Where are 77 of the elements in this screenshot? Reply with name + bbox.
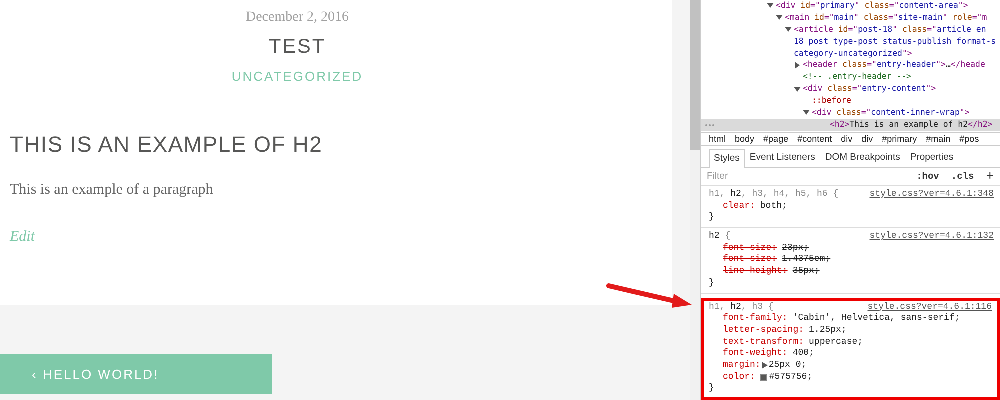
- property-name[interactable]: font-weight:: [723, 348, 788, 360]
- property-name[interactable]: margin:: [723, 360, 761, 372]
- node-markup: <!-- .entry-header -->: [803, 71, 912, 84]
- rule-close-brace: }: [709, 383, 714, 395]
- property-value[interactable]: 23px;: [782, 242, 810, 254]
- node-markup: 18 post type-post status-publish format-s: [794, 36, 996, 48]
- post-date: December 2, 2016: [246, 10, 350, 26]
- rule-selector: h1, h2, h3 {: [709, 302, 774, 314]
- expanded-arrow-icon[interactable]: [767, 2, 774, 10]
- property-value[interactable]: 1.25px;: [809, 324, 847, 337]
- node-markup: ::before: [812, 95, 852, 108]
- property-name[interactable]: text-transform:: [723, 336, 804, 348]
- expanded-arrow-icon[interactable]: [803, 109, 810, 116]
- node-markup: <div id="primary" class="content-area">: [776, 0, 968, 12]
- panel-tab[interactable]: Properties: [905, 148, 959, 168]
- property-value[interactable]: 1.4375em;: [782, 254, 831, 266]
- breadcrumb-item[interactable]: #pos: [960, 134, 980, 144]
- add-rule-button[interactable]: +: [986, 169, 994, 184]
- panel-tab[interactable]: Event Listeners: [744, 148, 820, 168]
- scrollbar-thumb[interactable]: [690, 0, 700, 150]
- node-markup: <div class="content-inner-wrap">: [812, 107, 970, 119]
- dom-node[interactable]: <!-- .entry-header -->: [767, 71, 1000, 84]
- expanded-arrow-icon[interactable]: [794, 86, 801, 93]
- node-markup: <div class="entry-content">: [803, 83, 936, 96]
- source-link[interactable]: style.css?ver=4.6.1:116: [868, 302, 992, 314]
- breadcrumb-item[interactable]: #main: [926, 134, 951, 144]
- dom-node[interactable]: <div class="content-inner-wrap">: [767, 107, 1000, 119]
- breadcrumb-item[interactable]: body: [735, 134, 755, 144]
- rule-selector: h2 {: [709, 231, 731, 243]
- panel-tab[interactable]: Styles: [709, 149, 745, 168]
- property-value[interactable]: uppercase;: [809, 336, 864, 348]
- property-name[interactable]: font-size:: [723, 254, 778, 266]
- property-name[interactable]: letter-spacing:: [723, 324, 804, 337]
- property-name[interactable]: font-family:: [723, 313, 788, 325]
- node-markup: category-uncategorized">: [794, 48, 912, 60]
- hover-state-button[interactable]: :hov: [916, 171, 940, 182]
- color-swatch[interactable]: [760, 374, 768, 381]
- breadcrumb-item[interactable]: div: [862, 134, 874, 144]
- dots-icon: [705, 124, 715, 127]
- breadcrumb-item[interactable]: #content: [798, 134, 832, 144]
- dom-node[interactable]: <div class="entry-content">: [767, 83, 1000, 96]
- breadcrumb-item[interactable]: html: [709, 134, 726, 144]
- expand-arrow-icon[interactable]: [762, 362, 768, 370]
- dom-node[interactable]: <div id="primary" class="content-area">: [767, 0, 1000, 12]
- paragraph: This is an example of a paragraph: [10, 182, 214, 199]
- class-button[interactable]: .cls: [951, 171, 974, 182]
- rule-close-brace: }: [709, 212, 714, 224]
- collapsed-arrow-icon[interactable]: [794, 62, 801, 69]
- property-name[interactable]: color:: [723, 372, 756, 384]
- breadcrumb-item[interactable]: div: [841, 134, 853, 144]
- dom-node[interactable]: ::before: [767, 95, 1000, 108]
- panel-tab[interactable]: DOM Breakpoints: [820, 148, 906, 168]
- expanded-arrow-icon[interactable]: [776, 14, 783, 22]
- property-value[interactable]: 35px;: [792, 266, 820, 278]
- node-markup: <header class="entry-header">…</heade: [803, 59, 986, 72]
- node-markup: <h2>This is an example of h2</h2>: [830, 118, 993, 131]
- node-markup: <article id="post-18" class="article en: [794, 24, 986, 36]
- property-name[interactable]: font-size:: [723, 242, 778, 254]
- rule-selector: h1, h2, h3, h4, h5, h6 {: [709, 189, 839, 201]
- dom-node[interactable]: <h2>This is an example of h2</h2>: [701, 118, 1000, 131]
- property-value[interactable]: #575756;: [769, 372, 813, 384]
- rule-close-brace: }: [709, 278, 714, 290]
- property-value[interactable]: 25px 0;: [768, 360, 807, 372]
- property-name[interactable]: line-height:: [723, 266, 788, 278]
- property-name[interactable]: clear:: [723, 200, 756, 212]
- source-link[interactable]: style.css?ver=4.6.1:348: [870, 189, 994, 201]
- expanded-arrow-icon[interactable]: [785, 26, 792, 34]
- post-title: TEST: [268, 36, 326, 59]
- breadcrumb-item[interactable]: #primary: [882, 134, 918, 144]
- dom-node[interactable]: <article id="post-18" class="article en: [767, 24, 1000, 36]
- dom-node[interactable]: <header class="entry-header">…</heade: [767, 59, 1000, 72]
- property-value[interactable]: 'Cabin', Helvetica, sans-serif;: [792, 313, 960, 325]
- breadcrumb-item[interactable]: #page: [764, 134, 789, 144]
- property-value[interactable]: both;: [760, 200, 788, 212]
- property-value[interactable]: 400;: [792, 348, 814, 360]
- source-link[interactable]: style.css?ver=4.6.1:132: [870, 231, 994, 243]
- heading: THIS IS AN EXAMPLE OF H2: [10, 132, 323, 158]
